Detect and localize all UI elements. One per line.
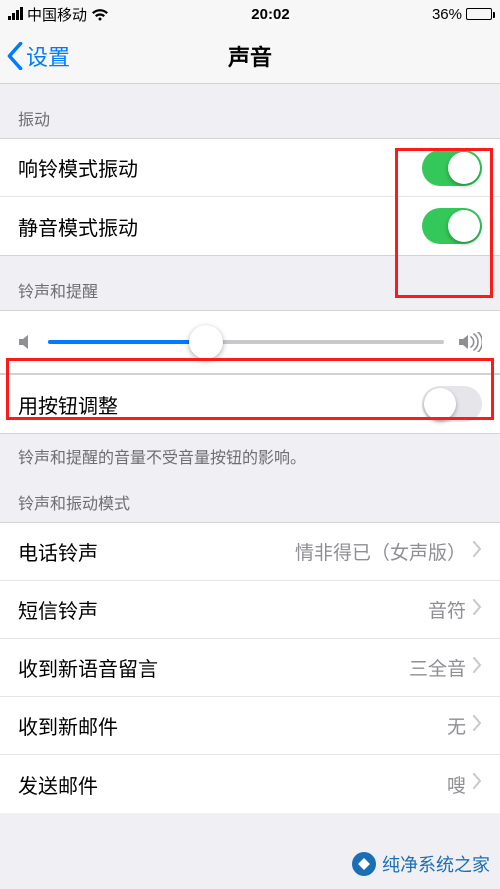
page-title: 声音 xyxy=(0,40,500,72)
voicemail-value: 三全音 xyxy=(409,654,466,681)
signal-bars-icon xyxy=(8,8,23,20)
ringtone-label: 电话铃声 xyxy=(18,537,98,566)
section-header-vibrate: 振动 xyxy=(0,84,500,138)
cell-sent-mail[interactable]: 发送邮件 嗖 xyxy=(0,755,500,813)
new-mail-value: 无 xyxy=(447,712,466,739)
sent-mail-label: 发送邮件 xyxy=(18,770,98,799)
carrier-label: 中国移动 xyxy=(27,4,87,25)
vibrate-silent-switch[interactable] xyxy=(422,208,482,244)
cell-vibrate-ring: 响铃模式振动 xyxy=(0,139,500,197)
cell-button-adjust: 用按钮调整 xyxy=(0,375,500,433)
sent-mail-value: 嗖 xyxy=(447,771,466,798)
group-vibrate: 响铃模式振动 静音模式振动 xyxy=(0,138,500,256)
button-adjust-switch[interactable] xyxy=(422,386,482,422)
chevron-right-icon xyxy=(472,773,482,795)
status-bar: 中国移动 20:02 36% xyxy=(0,0,500,28)
new-mail-label: 收到新邮件 xyxy=(18,711,118,740)
cell-text-tone[interactable]: 短信铃声 音符 xyxy=(0,581,500,639)
battery-percent-label: 36% xyxy=(432,6,462,23)
chevron-right-icon xyxy=(472,541,482,563)
group-patterns: 电话铃声 情非得已（女声版） 短信铃声 音符 收到新语音留言 三全音 收到新邮件… xyxy=(0,522,500,813)
watermark-text: 纯净系统之家 xyxy=(382,851,490,877)
watermark: 纯净系统之家 xyxy=(352,851,490,877)
wifi-icon xyxy=(91,8,109,21)
chevron-right-icon xyxy=(472,715,482,737)
cell-voicemail[interactable]: 收到新语音留言 三全音 xyxy=(0,639,500,697)
section-header-patterns: 铃声和振动模式 xyxy=(0,468,500,522)
cell-new-mail[interactable]: 收到新邮件 无 xyxy=(0,697,500,755)
volume-slider[interactable] xyxy=(48,340,444,344)
voicemail-label: 收到新语音留言 xyxy=(18,653,158,682)
volume-slider-row xyxy=(0,310,500,374)
text-tone-value: 音符 xyxy=(428,596,466,623)
vibrate-silent-label: 静音模式振动 xyxy=(18,212,138,241)
clock-label: 20:02 xyxy=(251,6,289,23)
vibrate-ring-label: 响铃模式振动 xyxy=(18,153,138,182)
cell-vibrate-silent: 静音模式振动 xyxy=(0,197,500,255)
chevron-right-icon xyxy=(472,657,482,679)
ringtone-value: 情非得已（女声版） xyxy=(295,538,466,565)
slider-thumb[interactable] xyxy=(189,325,223,359)
button-adjust-label: 用按钮调整 xyxy=(18,390,118,419)
vibrate-ring-switch[interactable] xyxy=(422,150,482,186)
watermark-icon xyxy=(352,852,376,876)
battery-icon xyxy=(466,8,492,20)
navigation-bar: 设置 声音 xyxy=(0,28,500,84)
group-button-adjust: 用按钮调整 xyxy=(0,374,500,434)
text-tone-label: 短信铃声 xyxy=(18,595,98,624)
cell-ringtone[interactable]: 电话铃声 情非得已（女声版） xyxy=(0,523,500,581)
section-header-ringer: 铃声和提醒 xyxy=(0,256,500,310)
speaker-max-icon xyxy=(458,332,482,352)
section-footer-ringer: 铃声和提醒的音量不受音量按钮的影响。 xyxy=(0,434,500,468)
chevron-right-icon xyxy=(472,599,482,621)
speaker-min-icon xyxy=(18,333,34,351)
